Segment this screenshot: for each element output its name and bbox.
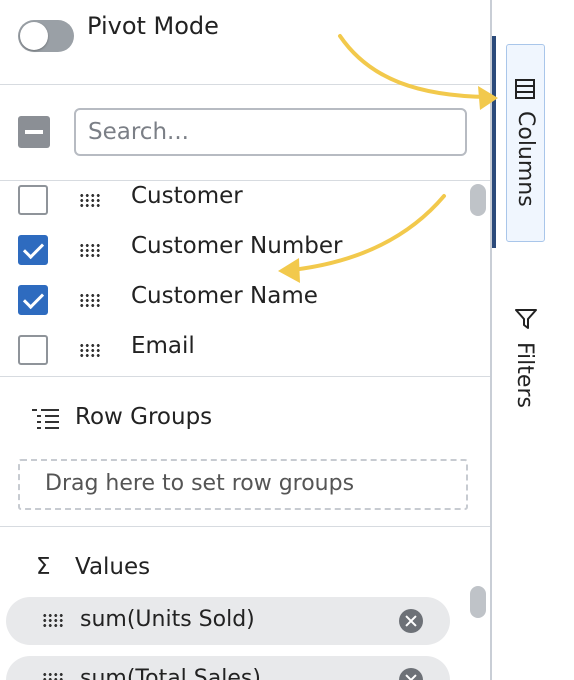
value-item[interactable]: sum(Total Sales) bbox=[6, 656, 450, 680]
drag-handle-icon[interactable] bbox=[79, 293, 101, 307]
divider bbox=[0, 376, 490, 377]
row-groups-dropzone[interactable]: Drag here to set row groups bbox=[18, 459, 468, 510]
remove-icon[interactable] bbox=[399, 668, 423, 680]
column-label: Email bbox=[131, 333, 195, 359]
checkbox[interactable] bbox=[18, 185, 48, 215]
column-label: Customer Name bbox=[131, 283, 318, 309]
row-groups-icon bbox=[32, 409, 59, 429]
value-item[interactable]: sum(Units Sold) bbox=[6, 597, 450, 645]
columns-icon bbox=[515, 79, 535, 99]
column-label: Customer Number bbox=[131, 233, 343, 259]
checkbox[interactable] bbox=[18, 235, 48, 265]
column-item-email[interactable]: Email bbox=[0, 326, 462, 376]
tab-columns-label: Columns bbox=[513, 111, 538, 207]
column-label: Customer bbox=[131, 183, 243, 209]
search-input[interactable] bbox=[74, 108, 467, 156]
drag-handle-icon[interactable] bbox=[79, 193, 101, 207]
drag-handle-icon[interactable] bbox=[79, 243, 101, 257]
sigma-icon: Σ bbox=[36, 554, 51, 580]
values-scrollbar[interactable] bbox=[470, 586, 486, 618]
pivot-mode-toggle[interactable] bbox=[18, 20, 74, 52]
remove-icon[interactable] bbox=[399, 609, 423, 633]
drag-handle-icon[interactable] bbox=[42, 672, 64, 680]
tab-filters-label: Filters bbox=[512, 342, 537, 408]
value-item-label: sum(Total Sales) bbox=[80, 666, 261, 680]
checkbox[interactable] bbox=[18, 335, 48, 365]
select-all-checkbox[interactable] bbox=[18, 116, 50, 148]
toggle-knob bbox=[20, 22, 48, 50]
column-item-customer-number[interactable]: Customer Number bbox=[0, 226, 462, 276]
column-item-customer[interactable]: Customer bbox=[0, 176, 462, 226]
column-item-customer-name[interactable]: Customer Name bbox=[0, 276, 462, 326]
value-item-label: sum(Units Sold) bbox=[80, 607, 255, 632]
active-tab-indicator bbox=[492, 36, 496, 248]
values-title: Values bbox=[75, 554, 151, 580]
divider bbox=[0, 526, 490, 527]
tool-panel: Pivot Mode Customer Customer Number Cust… bbox=[0, 0, 492, 680]
row-groups-title: Row Groups bbox=[75, 404, 213, 430]
filter-icon bbox=[515, 309, 537, 329]
column-list-scrollbar[interactable] bbox=[470, 184, 486, 216]
tab-filters[interactable]: Filters bbox=[506, 300, 545, 430]
tab-columns[interactable]: Columns bbox=[506, 44, 545, 242]
divider bbox=[0, 84, 490, 85]
dropzone-placeholder: Drag here to set row groups bbox=[45, 471, 355, 496]
pivot-mode-label: Pivot Mode bbox=[87, 12, 219, 40]
drag-handle-icon[interactable] bbox=[79, 343, 101, 357]
checkbox[interactable] bbox=[18, 285, 48, 315]
drag-handle-icon[interactable] bbox=[42, 613, 64, 627]
